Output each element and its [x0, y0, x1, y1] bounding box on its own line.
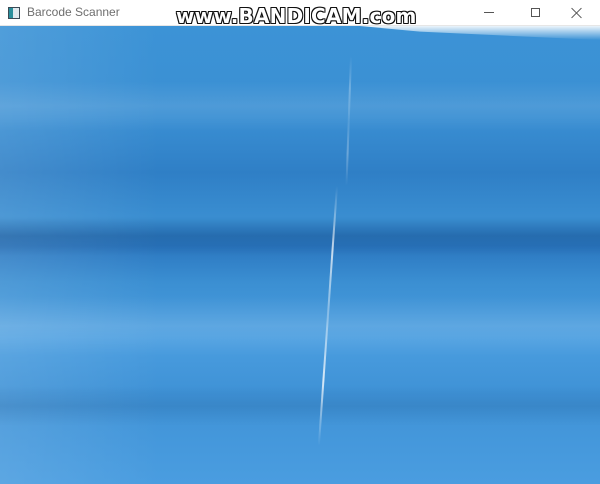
shadow-band — [0, 386, 600, 426]
minimize-icon — [484, 12, 494, 13]
shadow-band — [0, 216, 600, 256]
reflection-highlight — [360, 26, 600, 40]
maximize-button[interactable] — [512, 0, 558, 25]
minimize-button[interactable] — [466, 0, 512, 25]
close-icon — [571, 7, 583, 19]
maximize-icon — [530, 8, 540, 17]
window-title: Barcode Scanner — [27, 5, 120, 19]
close-button[interactable] — [554, 0, 600, 25]
light-band — [0, 81, 600, 131]
recording-watermark: www.BANDICAM.com — [176, 4, 417, 28]
light-band — [0, 296, 600, 356]
barcode-scanner-window: Barcode Scanner www.BANDICAM.com — [0, 0, 600, 484]
camera-preview — [0, 26, 600, 484]
app-icon — [8, 7, 20, 19]
